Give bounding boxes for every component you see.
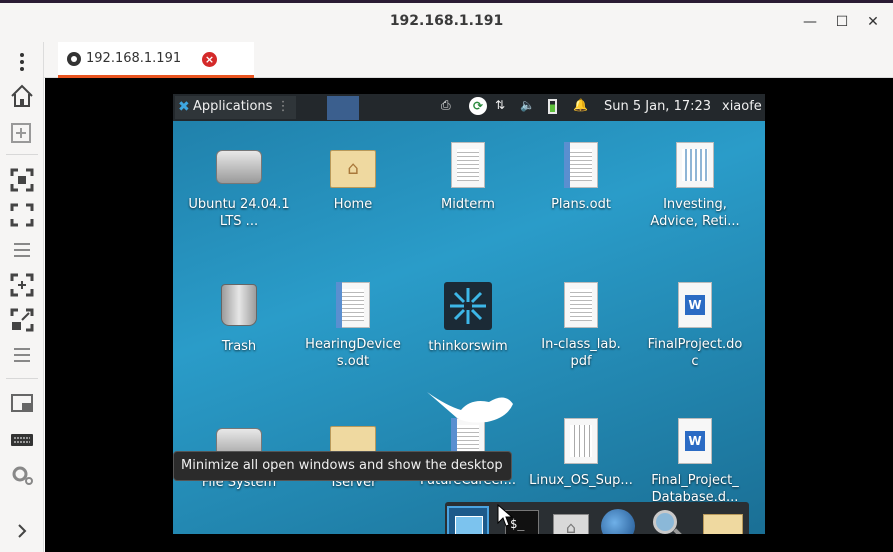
bottom-dock: $_ ⌂ [445, 502, 749, 534]
tooltip: Minimize all open windows and show the d… [173, 451, 512, 481]
battery-icon[interactable] [548, 99, 557, 114]
new-connection-icon[interactable] [8, 118, 36, 146]
mouse-cursor-icon [497, 503, 514, 532]
tab-remote-connection[interactable]: 192.168.1.191 × [58, 42, 254, 78]
spreadsheet-thumbnail-icon [676, 142, 714, 188]
chevron-right-icon[interactable] [8, 517, 36, 545]
applications-menu-button[interactable]: ✖ Applications ⋮ [175, 96, 296, 119]
show-desktop-icon[interactable] [447, 506, 489, 534]
connection-icon [67, 52, 81, 66]
word-document-icon: W [678, 418, 712, 464]
desktop-icon-label: FinalProject.doc [647, 337, 743, 369]
more-options-icon[interactable] [8, 236, 36, 264]
pdf-icon [564, 282, 598, 328]
pdf-icon [564, 418, 598, 464]
xfce-top-panel: ✖ Applications ⋮ ⎙ ⟳ ⇅ 🔈 🔔 Sun 5 Jan, 17… [173, 94, 765, 121]
search-icon[interactable] [647, 506, 689, 534]
panel-user-name[interactable]: xiaofe [722, 99, 762, 114]
xfce-mouse-watermark [427, 388, 517, 428]
desktop-icon-thinkorswim[interactable]: thinkorswim [412, 282, 524, 355]
desktop-icon-label: Final_Project_ Database.d... [651, 473, 739, 505]
desktop-icon-home[interactable]: ⌂ Home [297, 142, 409, 213]
drive-icon [216, 150, 262, 184]
desktop-icon-investing[interactable]: Investing, Advice, Reti... [639, 142, 751, 230]
home-icon[interactable] [8, 82, 36, 110]
tab-bar: 192.168.1.191 × [44, 42, 893, 78]
home-folder-icon[interactable]: ⌂ [549, 506, 591, 534]
settings-gear-icon[interactable] [8, 461, 36, 489]
desktop-icon-label: Linux_OS_Sup... [529, 473, 633, 488]
panel-clock[interactable]: Sun 5 Jan, 17:23 [604, 99, 711, 114]
printer-icon[interactable]: ⎙ [441, 98, 451, 113]
desktop-icon-label: Plans.odt [551, 197, 611, 212]
folder-icon[interactable] [701, 506, 743, 534]
remmina-toolbar [0, 42, 44, 552]
desktop-icon-final-project[interactable]: W FinalProject.doc [639, 282, 751, 370]
desktop-icon-label: Trash [221, 339, 257, 354]
thinkorswim-app-icon [444, 282, 492, 330]
desktop-icon-label: HearingDevices.odt [305, 337, 401, 369]
writer-document-icon [336, 282, 370, 328]
document-icon [451, 142, 485, 188]
xfce-logo-icon: ✖ [178, 99, 190, 115]
keyboard-icon[interactable] [8, 426, 36, 454]
applications-label: Applications [193, 99, 273, 114]
sidebar-divider [6, 154, 38, 155]
desktop-icon-ubuntu-drive[interactable]: Ubuntu 24.04.1 LTS ... [183, 142, 295, 230]
desktop-icon-label: Ubuntu 24.04.1 LTS ... [188, 197, 290, 229]
desktop-icon-trash[interactable]: Trash [183, 282, 295, 355]
fit-window-icon[interactable] [8, 166, 36, 194]
scaled-mode-icon[interactable] [8, 306, 36, 334]
minimize-button[interactable]: — [799, 11, 821, 33]
multi-monitor-icon[interactable] [8, 390, 36, 418]
window-title: 192.168.1.191 [389, 13, 504, 29]
desktop-icon-label: Midterm [441, 197, 495, 212]
maximize-button[interactable]: ☐ [831, 11, 853, 33]
network-status-icon[interactable]: ⟳ [469, 97, 487, 115]
window-titlebar: 192.168.1.191 — ☐ ✕ [0, 0, 893, 42]
desktop-icon-label: Investing, Advice, Reti... [650, 197, 740, 229]
desktop-icon-label: Home [333, 197, 373, 212]
desktop-icon-label: In-class_lab.pdf [541, 337, 621, 369]
preferences-menu-icon[interactable] [8, 341, 36, 369]
tab-label: 192.168.1.191 [86, 51, 182, 66]
desktop-icon-label: thinkorswim [428, 339, 508, 354]
close-window-button[interactable]: ✕ [862, 11, 884, 33]
workspace-switcher[interactable] [327, 96, 359, 120]
web-browser-icon[interactable] [597, 506, 639, 534]
desktop-icon-plans[interactable]: Plans.odt [525, 142, 637, 213]
menu-kebab-icon[interactable] [8, 48, 36, 76]
fullscreen-icon[interactable] [8, 201, 36, 229]
desktop-icon-hearing-devices[interactable]: HearingDevices.odt [297, 282, 409, 370]
remote-viewport[interactable]: ✖ Applications ⋮ ⎙ ⟳ ⇅ 🔈 🔔 Sun 5 Jan, 17… [45, 78, 893, 552]
volume-icon[interactable]: 🔈 [520, 98, 535, 112]
desktop-icon-midterm[interactable]: Midterm [412, 142, 524, 213]
close-tab-icon[interactable]: × [202, 52, 217, 67]
network-arrows-icon[interactable]: ⇅ [495, 98, 505, 112]
desktop-icon-linux-os[interactable]: Linux_OS_Sup... [525, 418, 637, 489]
trash-icon [221, 284, 257, 326]
writer-document-icon [564, 142, 598, 188]
notification-bell-icon[interactable]: 🔔 [573, 98, 588, 112]
desktop-icon-in-class-lab[interactable]: In-class_lab.pdf [525, 282, 637, 370]
desktop-icon-final-project-database[interactable]: W Final_Project_ Database.d... [639, 418, 751, 506]
sidebar-divider [6, 378, 38, 379]
home-folder-icon: ⌂ [330, 150, 376, 188]
word-document-icon: W [678, 282, 712, 328]
dynamic-resolution-icon[interactable] [8, 271, 36, 299]
